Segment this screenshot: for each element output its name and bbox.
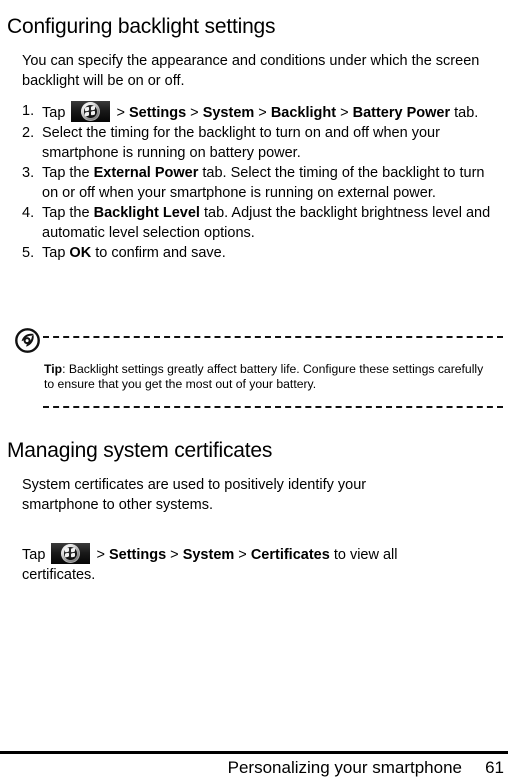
inline-text: Tap — [42, 245, 70, 261]
inline-text: Tap the — [42, 205, 94, 221]
section-heading-certificates: Managing system certificates — [7, 439, 273, 463]
emphasis-term: Backlight — [270, 105, 337, 121]
tip-separator: : — [62, 362, 69, 377]
list-item: 3. Tap the External Power tab. Select the… — [22, 163, 502, 203]
step-number: 5. — [22, 245, 35, 261]
emphasis-term: Settings — [128, 105, 187, 121]
step-text: Tap OK to confirm and save. — [42, 243, 502, 263]
list-item: 5. Tap OK to confirm and save. — [22, 243, 502, 263]
tip-box: Tip: Backlight settings greatly affect b… — [14, 328, 504, 410]
inline-text: to confirm and save. — [91, 245, 226, 261]
inline-text: > — [92, 546, 109, 563]
tip-label: Tip — [44, 362, 63, 377]
emphasis-term: System — [202, 105, 255, 121]
list-item: 2. Select the timing for the backlight to… — [22, 123, 502, 163]
emphasis-term: Certificates — [250, 546, 330, 563]
inline-text: Tap — [42, 105, 70, 121]
list-item: 4. Tap the Backlight Level tab. Adjust th… — [22, 203, 502, 243]
windows-start-icon — [71, 101, 111, 122]
tip-text: Tip: Backlight settings greatly affect b… — [44, 362, 492, 391]
step-text: Select the timing for the backlight to t… — [42, 123, 502, 163]
document-page: Configuring backlight settings You can s… — [0, 0, 508, 779]
backlight-steps-list: 1. Tap > Settings > System > Backlight > … — [22, 101, 502, 263]
step-text: Tap the External Power tab. Select the t… — [42, 163, 502, 203]
list-item: 1. Tap > Settings > System > Backlight > … — [22, 101, 502, 123]
inline-text: > — [112, 105, 129, 121]
step-text: Tap the Backlight Level tab. Adjust the … — [42, 203, 502, 243]
footer-page-number: 61 — [485, 758, 504, 777]
section-heading-backlight: Configuring backlight settings — [7, 15, 276, 39]
certificates-intro-paragraph: System certificates are used to positive… — [22, 476, 367, 513]
step-text: Tap > Settings > System > Backlight > Ba… — [42, 101, 502, 123]
inline-text: > — [336, 105, 353, 121]
emphasis-term: System — [182, 546, 235, 563]
step-number: 2. — [22, 125, 35, 141]
windows-start-icon — [51, 542, 91, 564]
emphasis-term: External Power — [93, 165, 199, 181]
backlight-intro-paragraph: You can specify the appearance and condi… — [22, 52, 480, 89]
inline-text: Select the timing for the backlight to t… — [42, 125, 440, 161]
emphasis-term: Battery Power — [352, 105, 451, 121]
inline-text: tab. — [450, 105, 479, 121]
step-number: 3. — [22, 165, 35, 181]
inline-text: > — [166, 546, 183, 563]
inline-text: > — [234, 546, 251, 563]
certificates-tap-instruction: Tap > Settings > System > Certificates t… — [22, 542, 472, 585]
tip-body: Backlight settings greatly affect batter… — [44, 362, 484, 391]
footer-title: Personalizing your smartphone — [227, 758, 462, 777]
windows-flag-icon — [85, 105, 96, 117]
page-footer: Personalizing your smartphone 61 — [0, 756, 508, 779]
tip-bottom-divider — [43, 406, 503, 408]
inline-text: > — [186, 105, 203, 121]
step-number: 1. — [22, 103, 35, 119]
inline-text: Tap the — [42, 165, 94, 181]
windows-flag-icon — [65, 547, 76, 559]
inline-text: Tap — [22, 546, 50, 563]
inline-text: > — [254, 105, 271, 121]
emphasis-term: Settings — [108, 546, 167, 563]
step-number: 4. — [22, 205, 35, 221]
emphasis-term: OK — [69, 245, 92, 261]
acer-logo-icon — [15, 328, 40, 353]
emphasis-term: Backlight Level — [93, 205, 200, 221]
footer-divider — [0, 751, 508, 754]
tip-top-divider — [43, 336, 503, 338]
